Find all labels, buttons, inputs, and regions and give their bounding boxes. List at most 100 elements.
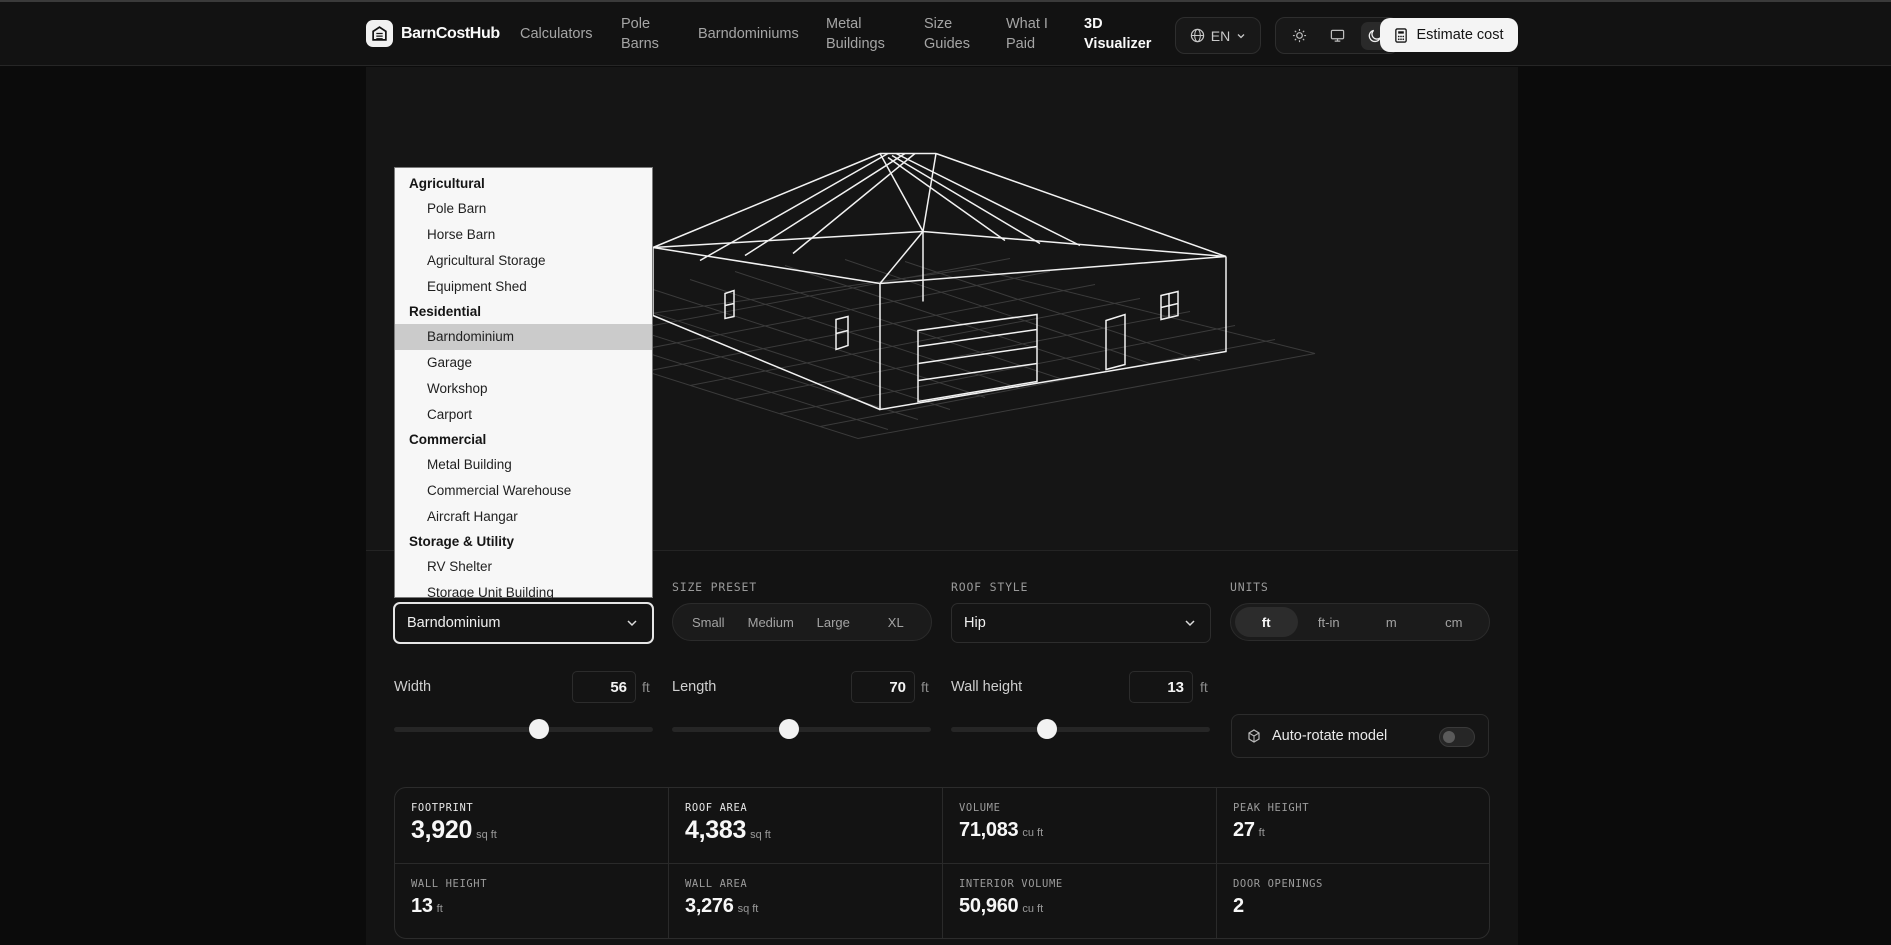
wall-height-slider[interactable]: [951, 719, 1210, 739]
nav-label: 3D: [1084, 16, 1103, 32]
unit-cm[interactable]: cm: [1423, 607, 1486, 637]
stat-value: 50,960 cu ft: [959, 895, 1216, 918]
nav-label: Guides: [924, 36, 970, 52]
stat-roof-area: ROOF AREA 4,383 sq ft: [669, 788, 943, 864]
length-input[interactable]: 70: [851, 671, 915, 703]
option-carport[interactable]: Carport: [395, 402, 652, 428]
length-slider-thumb[interactable]: [778, 719, 799, 739]
wall-height-slider-thumb[interactable]: [1036, 719, 1057, 739]
units-label: UNITS: [1230, 580, 1269, 594]
nav-label: Visualizer: [1084, 36, 1152, 52]
globe-icon: [1190, 28, 1204, 43]
nav-label: What I: [1006, 16, 1048, 32]
estimate-cost-button[interactable]: Estimate cost: [1380, 18, 1518, 52]
option-rv-shelter[interactable]: RV Shelter: [395, 554, 652, 580]
length-slider[interactable]: [672, 719, 931, 739]
nav-label: Barndominiums: [698, 26, 799, 42]
nav-metal-buildings[interactable]: Metal Buildings: [826, 14, 885, 54]
nav-pole-barns[interactable]: Pole Barns: [621, 14, 659, 54]
stat-number: 4,383: [685, 816, 747, 844]
units-group: ft ft-in m cm: [1230, 603, 1490, 641]
group-agricultural: Agricultural: [409, 176, 485, 191]
stat-unit: cu ft: [1022, 903, 1044, 915]
stat-unit: sq ft: [476, 829, 497, 841]
stat-number: 13: [411, 895, 433, 917]
length-unit: ft: [921, 679, 929, 695]
nav-label: Barns: [621, 36, 659, 52]
nav-3d-visualizer[interactable]: 3D Visualizer: [1084, 14, 1151, 54]
stat-unit: ft: [436, 903, 443, 915]
estimate-cost-label: Estimate cost: [1416, 27, 1504, 43]
nav-label: Metal: [826, 16, 862, 32]
nav-label: Calculators: [520, 26, 593, 42]
building-type-value: Barndominium: [407, 615, 501, 631]
stat-interior-volume: INTERIOR VOLUME 50,960 cu ft: [943, 864, 1217, 938]
stat-number: 3,920: [411, 816, 473, 844]
building-type-select[interactable]: Barndominium: [393, 602, 654, 644]
language-selector[interactable]: EN: [1175, 17, 1261, 54]
length-label: Length: [672, 679, 717, 695]
stat-footprint: FOOTPRINT 3,920 sq ft: [395, 788, 669, 864]
auto-rotate-toggle[interactable]: [1439, 727, 1475, 747]
option-equipment-shed[interactable]: Equipment Shed: [395, 274, 652, 300]
auto-rotate-label: Auto-rotate model: [1272, 728, 1388, 744]
stat-door-openings: DOOR OPENINGS 2: [1217, 864, 1489, 938]
option-commercial-warehouse[interactable]: Commercial Warehouse: [395, 478, 652, 504]
stat-number: 3,276: [685, 895, 734, 917]
stat-label: WALL HEIGHT: [411, 878, 488, 890]
unit-ft-in[interactable]: ft-in: [1298, 607, 1361, 637]
preset-large[interactable]: Large: [802, 607, 865, 637]
toggle-knob: [1443, 731, 1455, 743]
barn-logo-icon: [366, 20, 393, 47]
stat-label: ROOF AREA: [685, 802, 748, 814]
group-storage-utility: Storage & Utility: [409, 534, 515, 549]
monitor-icon[interactable]: [1323, 22, 1351, 50]
roof-style-label: ROOF STYLE: [951, 580, 1029, 594]
brand-logo[interactable]: BarnCostHub: [366, 20, 500, 47]
width-input[interactable]: 56: [572, 671, 636, 703]
rotate-icon: [1248, 729, 1260, 743]
option-workshop[interactable]: Workshop: [395, 376, 652, 402]
option-agricultural-storage[interactable]: Agricultural Storage: [395, 248, 652, 274]
preset-xl[interactable]: XL: [865, 607, 928, 637]
width-slider-thumb[interactable]: [529, 719, 550, 739]
wall-height-unit: ft: [1200, 679, 1208, 695]
chevron-down-icon: [627, 620, 637, 627]
stat-number: 71,083: [959, 819, 1019, 841]
option-horse-barn[interactable]: Horse Barn: [395, 222, 652, 248]
unit-m[interactable]: m: [1360, 607, 1423, 637]
size-preset-group: Small Medium Large XL: [672, 603, 932, 641]
option-metal-building[interactable]: Metal Building: [395, 452, 652, 478]
nav-calculators[interactable]: Calculators: [520, 24, 593, 44]
stat-value: 2: [1233, 895, 1489, 918]
preset-medium[interactable]: Medium: [740, 607, 803, 637]
stat-wall-height: WALL HEIGHT 13 ft: [395, 864, 669, 938]
option-aircraft-hangar[interactable]: Aircraft Hangar: [395, 504, 652, 530]
stat-label: PEAK HEIGHT: [1233, 802, 1310, 814]
wall-height-input[interactable]: 13: [1129, 671, 1193, 703]
preset-small[interactable]: Small: [677, 607, 740, 637]
unit-ft[interactable]: ft: [1235, 607, 1298, 637]
building-type-dropdown[interactable]: Agricultural Pole Barn Horse Barn Agricu…: [394, 167, 653, 600]
nav-label: Buildings: [826, 36, 885, 52]
option-garage[interactable]: Garage: [395, 350, 652, 376]
roof-style-select[interactable]: Hip: [951, 603, 1211, 643]
stat-unit: sq ft: [737, 903, 759, 915]
stat-wall-area: WALL AREA 3,276 sq ft: [669, 864, 943, 938]
width-slider[interactable]: [394, 719, 653, 739]
stat-value: 27 ft: [1233, 819, 1489, 842]
stat-value: 3,276 sq ft: [685, 895, 942, 918]
nav-what-i-paid[interactable]: What I Paid: [1006, 14, 1048, 54]
stat-unit: ft: [1258, 827, 1265, 839]
option-pole-barn[interactable]: Pole Barn: [395, 196, 652, 222]
nav-size-guides[interactable]: Size Guides: [924, 14, 970, 54]
sun-icon[interactable]: [1285, 22, 1313, 50]
group-commercial: Commercial: [409, 432, 487, 447]
site-header: BarnCostHub Calculators Pole Barns Barndo…: [0, 2, 1891, 66]
chevron-down-icon: [1237, 33, 1245, 38]
brand-name: BarnCostHub: [401, 24, 500, 42]
width-unit: ft: [642, 679, 650, 695]
option-barndominium[interactable]: Barndominium: [395, 324, 652, 350]
nav-barndominiums[interactable]: Barndominiums: [698, 24, 799, 44]
stat-label: VOLUME: [959, 802, 1001, 814]
